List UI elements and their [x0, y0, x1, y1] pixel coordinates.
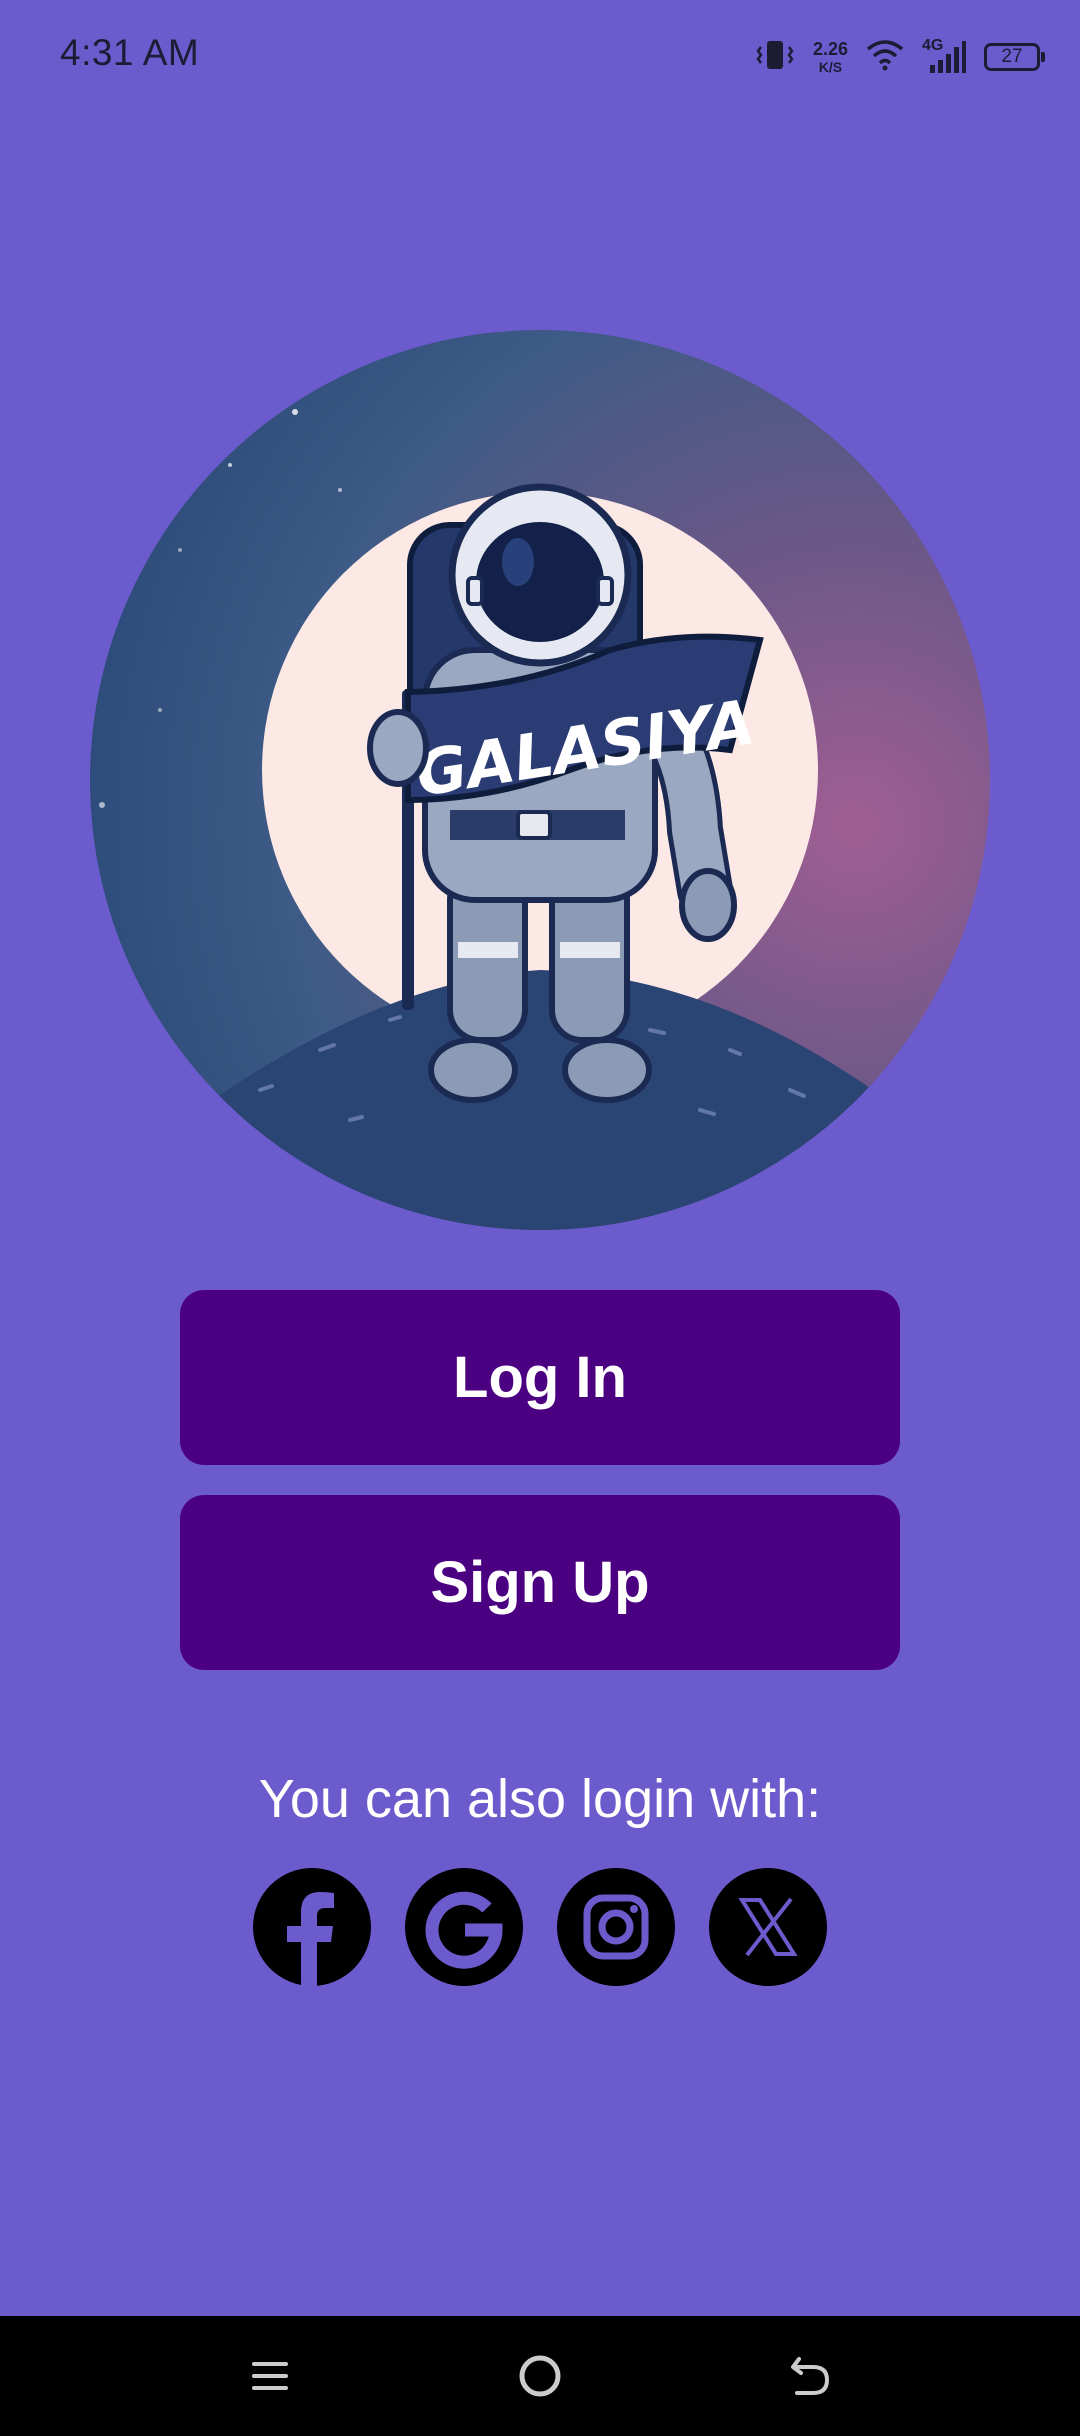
wifi-icon — [866, 39, 904, 76]
menu-button[interactable] — [240, 2346, 300, 2406]
battery-icon: 27 — [984, 43, 1045, 71]
home-icon — [519, 2355, 561, 2397]
back-icon — [791, 2357, 830, 2395]
navigation-bar — [0, 2316, 1080, 2436]
instagram-login-button[interactable] — [557, 1868, 675, 1986]
login-button[interactable]: Log In — [180, 1290, 900, 1465]
galasiya-logo: GALASIYA — [90, 330, 990, 1230]
instagram-icon — [583, 1894, 649, 1960]
google-icon — [425, 1891, 503, 1969]
menu-icon — [252, 2362, 288, 2390]
back-button[interactable] — [780, 2346, 840, 2406]
social-login-row — [0, 1868, 1080, 1986]
status-bar: 4:31 AM 2.26 K/S 4G 27 — [0, 0, 1080, 110]
network-speed: 2.26 K/S — [813, 40, 848, 74]
signup-button[interactable]: Sign Up — [180, 1495, 900, 1670]
status-icons: 2.26 K/S 4G 27 — [755, 34, 1045, 80]
vibrate-icon — [755, 37, 795, 78]
network-speed-value: 2.26 — [812, 39, 848, 59]
home-button[interactable] — [510, 2346, 570, 2406]
signal-icon: 4G — [922, 37, 966, 75]
alt-login-text: You can also login with: — [258, 1769, 822, 1829]
status-time: 4:31 AM — [60, 32, 200, 73]
facebook-login-button[interactable] — [253, 1868, 371, 1986]
network-speed-unit: K/S — [818, 59, 843, 75]
google-login-button[interactable] — [405, 1868, 523, 1986]
x-login-button[interactable] — [709, 1868, 827, 1986]
facebook-icon — [287, 1892, 334, 1986]
x-icon — [738, 1897, 798, 1957]
battery-level: 27 — [1001, 46, 1023, 67]
